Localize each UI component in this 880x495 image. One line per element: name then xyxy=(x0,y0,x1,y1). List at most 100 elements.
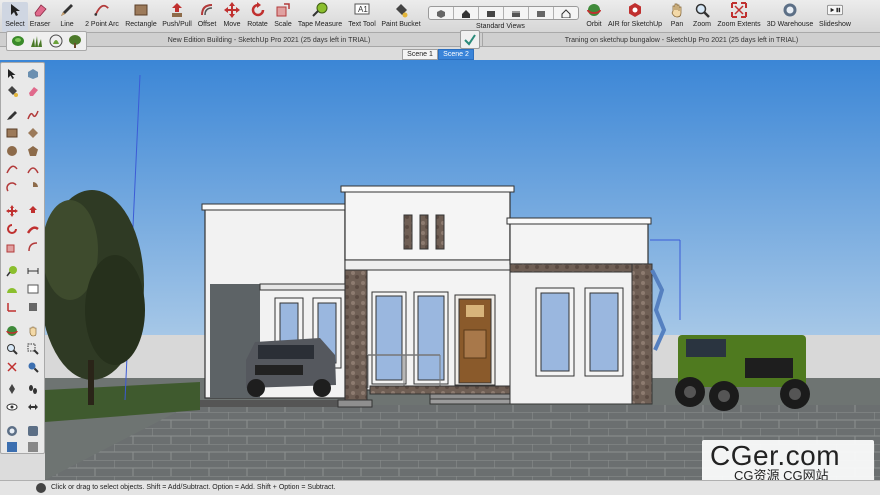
lt-protractor[interactable] xyxy=(3,281,21,297)
follow-me-icon xyxy=(27,226,39,234)
lt-tape[interactable] xyxy=(3,263,21,279)
house-top-icon xyxy=(462,9,470,18)
slideshow-icon xyxy=(827,2,843,18)
lt-section-plane[interactable] xyxy=(24,399,42,415)
right-view-button[interactable] xyxy=(504,7,529,19)
lt-zoom-window[interactable] xyxy=(24,341,42,357)
lt-extension-manager[interactable] xyxy=(24,439,42,455)
push-pull-tool[interactable]: Push/Pull xyxy=(160,2,194,32)
lt-extension-warehouse[interactable] xyxy=(24,423,42,439)
zoom-icon xyxy=(694,2,710,18)
zoom-tool[interactable]: Zoom xyxy=(690,2,714,32)
lt-pie[interactable] xyxy=(24,179,42,195)
lt-rotate[interactable] xyxy=(3,221,21,237)
two-point-arc-tool[interactable]: 2 Point Arc xyxy=(82,2,122,32)
eraser-icon xyxy=(32,2,48,18)
green-leaf-icon[interactable] xyxy=(11,34,25,48)
grass-icon[interactable] xyxy=(30,34,44,48)
tree-icon[interactable] xyxy=(68,34,82,48)
window-tab-new-edition[interactable]: New Edition Building - SketchUp Pro 2021… xyxy=(88,33,450,47)
scale-tool[interactable]: Scale xyxy=(271,2,295,32)
lt-zoom[interactable] xyxy=(3,341,21,357)
lt-push-pull[interactable] xyxy=(24,203,42,219)
lt-line[interactable] xyxy=(3,107,21,123)
3d-warehouse-tool[interactable]: 3D Warehouse xyxy=(764,2,816,32)
lt-select[interactable] xyxy=(3,66,21,82)
iso-view-button[interactable] xyxy=(429,7,454,19)
lt-position-camera[interactable] xyxy=(3,381,21,397)
air-for-sketchup-tool[interactable]: AIR for SketchUp xyxy=(607,2,663,32)
lt-paint[interactable] xyxy=(3,83,21,99)
status-info-icon xyxy=(36,483,46,493)
lt-zoom-extents[interactable] xyxy=(3,359,21,375)
orbit-icon xyxy=(6,326,18,336)
pan-tool[interactable]: Pan xyxy=(666,2,688,32)
scene-tab-1[interactable]: Scene 1 xyxy=(402,49,438,60)
lt-offset[interactable] xyxy=(24,239,42,255)
lt-follow-me[interactable] xyxy=(24,221,42,237)
back-view-button[interactable] xyxy=(529,7,554,19)
window-tab-bungalow[interactable]: Traning on sketchup bungalow - SketchUp … xyxy=(482,33,880,47)
lt-arc[interactable] xyxy=(3,161,21,177)
lt-orbit[interactable] xyxy=(3,323,21,339)
warehouse-icon xyxy=(7,426,17,436)
move-tool[interactable]: Move xyxy=(221,2,243,32)
arc-icon xyxy=(6,165,18,174)
lt-3d-text[interactable] xyxy=(24,299,42,315)
lt-3pt-arc[interactable] xyxy=(3,179,21,195)
lt-axes[interactable] xyxy=(3,299,21,315)
top-view-button[interactable] xyxy=(454,7,479,19)
lt-scale[interactable] xyxy=(3,239,21,255)
three-point-arc-icon xyxy=(6,182,17,192)
rectangle-tool[interactable]: Rectangle xyxy=(123,2,159,32)
lt-warehouse[interactable] xyxy=(3,423,21,439)
lt-look-around[interactable] xyxy=(3,399,21,415)
lt-move[interactable] xyxy=(3,203,21,219)
zoom-extents-tool[interactable]: Zoom Extents xyxy=(716,2,762,32)
scene-tab-2[interactable]: Scene 2 xyxy=(438,49,474,60)
lt-pan[interactable] xyxy=(24,323,42,339)
lt-circle[interactable] xyxy=(3,143,21,159)
position-camera-icon xyxy=(9,384,15,394)
lt-walk[interactable] xyxy=(24,381,42,397)
front-view-button[interactable] xyxy=(479,7,504,19)
offset-tool[interactable]: Offset xyxy=(195,2,219,32)
scale-icon xyxy=(6,244,15,253)
paint-bucket-tool[interactable]: Paint Bucket xyxy=(380,2,422,32)
orbit-icon xyxy=(586,2,602,18)
plant-icon[interactable] xyxy=(49,34,63,48)
lt-eraser[interactable] xyxy=(24,83,42,99)
offset-icon xyxy=(28,242,38,252)
paint-bucket-icon xyxy=(8,86,18,97)
confirm-check-button[interactable] xyxy=(460,30,480,49)
lt-freehand[interactable] xyxy=(24,107,42,123)
tape-measure-tool[interactable]: Tape Measure xyxy=(296,2,344,32)
select-tool[interactable]: Select xyxy=(2,2,28,32)
lt-rotated-rect[interactable] xyxy=(24,125,42,141)
lt-component[interactable] xyxy=(24,66,42,82)
lt-text[interactable] xyxy=(24,281,42,297)
line-tool[interactable]: Line xyxy=(54,2,80,32)
scale-icon xyxy=(275,2,291,18)
lt-polygon[interactable] xyxy=(24,143,42,159)
left-view-button[interactable] xyxy=(554,7,578,19)
lt-layout[interactable] xyxy=(3,439,21,455)
rotate-tool[interactable]: Rotate xyxy=(245,2,270,32)
component-icon xyxy=(28,69,38,79)
sketchup-app: Select Eraser Line 2 Point Arc Rectangle xyxy=(0,0,880,495)
freehand-icon xyxy=(27,110,39,120)
layout-icon xyxy=(7,442,17,452)
lt-2pt-arc[interactable] xyxy=(24,161,42,177)
extension-manager-icon xyxy=(28,442,38,452)
orbit-tool[interactable]: Orbit xyxy=(582,2,606,32)
lt-rectangle[interactable] xyxy=(3,125,21,141)
text-tool[interactable]: A1 Text Tool xyxy=(346,2,378,32)
lt-dimension[interactable] xyxy=(24,263,42,279)
slideshow-tool[interactable]: Slideshow xyxy=(818,2,852,32)
model-viewport[interactable] xyxy=(0,60,880,480)
offset-icon xyxy=(199,2,215,18)
lt-zoom-previous[interactable] xyxy=(24,359,42,375)
protractor-icon xyxy=(7,288,17,293)
eraser-tool[interactable]: Eraser xyxy=(27,2,53,32)
left-tool-palette xyxy=(0,62,45,454)
